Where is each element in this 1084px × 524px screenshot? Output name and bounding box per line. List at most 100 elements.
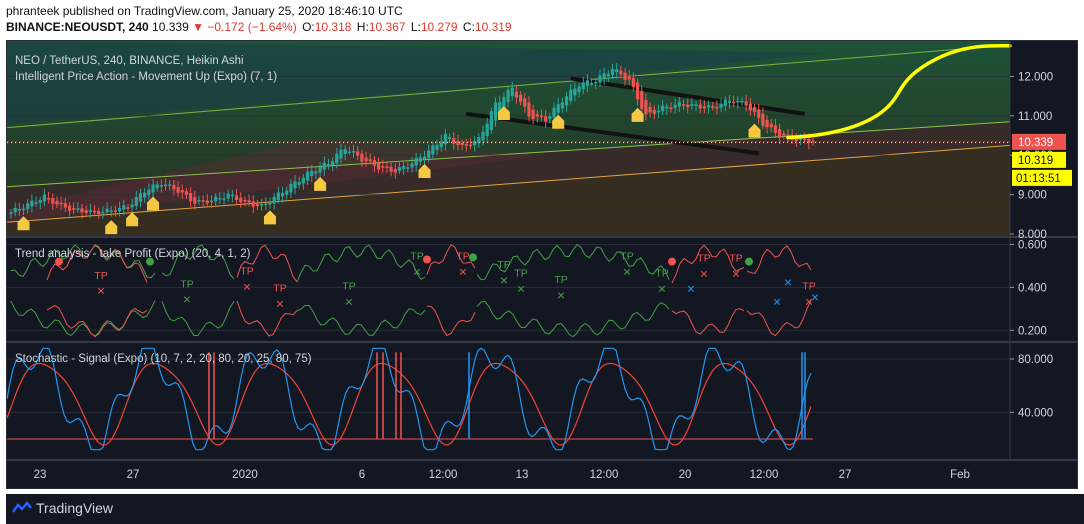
tradingview-brand[interactable]: TradingView — [36, 500, 113, 516]
candle-body — [460, 142, 464, 146]
candle-body — [564, 96, 569, 106]
candle-body — [280, 192, 285, 197]
x-tick-label: 12:00 — [750, 469, 779, 481]
candle-body — [42, 194, 47, 202]
main-y-tick-label: 11.000 — [1018, 111, 1052, 123]
tp-label: TP — [497, 259, 510, 271]
candle-body — [247, 200, 251, 203]
ohlc-high-label: H: — [356, 20, 369, 34]
candle-body — [364, 157, 368, 162]
candle-body — [590, 82, 594, 85]
candle-body — [310, 170, 314, 177]
x-tick-label: 12:00 — [590, 469, 619, 481]
candle-body — [803, 138, 807, 141]
candle-body — [268, 202, 272, 205]
candle-body — [163, 184, 168, 187]
trend-band-lower — [296, 304, 426, 336]
countdown-badge-text: 01:13:51 — [1016, 173, 1061, 185]
candle-body — [347, 151, 351, 154]
candle-body — [502, 97, 506, 107]
tp-label: TP — [273, 283, 286, 295]
candle-body — [640, 90, 644, 109]
candle-body — [706, 105, 711, 108]
candle-body — [17, 209, 21, 211]
candle-body — [623, 72, 627, 80]
publish-info: phranteek published on TradingView.com, … — [6, 4, 403, 18]
candle-body — [322, 162, 326, 170]
candle-body — [76, 208, 80, 210]
last-price-badge-text: 10.339 — [1018, 137, 1053, 149]
tp-cross-icon: × — [658, 281, 666, 297]
candle-body — [464, 144, 468, 146]
ohlc-low-label: L: — [410, 20, 421, 34]
candle-body — [748, 103, 752, 111]
blue-cross-icon: × — [773, 293, 781, 309]
candle-body — [585, 80, 590, 86]
candle-body — [260, 204, 264, 206]
ohlc-open-label: O: — [302, 20, 315, 34]
trend-dot — [423, 255, 431, 264]
candle-body — [397, 167, 402, 171]
candle-body — [360, 153, 364, 162]
candle-body — [331, 161, 335, 166]
candle-body — [610, 69, 615, 75]
candle-body — [251, 201, 255, 207]
tp-cross-icon: × — [500, 272, 508, 288]
candle-body — [335, 153, 339, 164]
main-indicator-title: Intelligent Price Action - Movement Up (… — [15, 71, 278, 83]
candle-body — [314, 171, 318, 174]
x-tick-label: Feb — [950, 469, 970, 481]
candle-body — [276, 192, 280, 201]
candle-body — [761, 113, 765, 126]
candle-body — [677, 101, 681, 107]
stoch-signal-line — [7, 362, 812, 446]
tp-label: TP — [620, 250, 633, 262]
candle-body — [414, 157, 418, 166]
candle-body — [740, 101, 744, 103]
candle-body — [122, 205, 126, 210]
candle-body — [723, 99, 727, 106]
candle-body — [577, 86, 581, 93]
tp-cross-icon: × — [700, 265, 708, 281]
chart-area[interactable]: 8.0009.00010.00011.00012.00010.33910.319… — [6, 40, 1078, 489]
trend-dot — [668, 257, 676, 266]
ohlc-close-value: 10.319 — [474, 20, 512, 34]
candle-body — [230, 194, 234, 197]
candle-body — [264, 203, 268, 206]
candle-body — [527, 102, 531, 117]
candle-body — [506, 89, 510, 102]
tp-label: TP — [342, 281, 355, 293]
main-pane-title: NEO / TetherUS, 240, BINANCE, Heikin Ash… — [15, 55, 244, 67]
candle-body — [485, 123, 489, 136]
candle-body — [777, 129, 782, 138]
candle-body — [34, 202, 38, 204]
candle-body — [431, 145, 435, 155]
tp-label: TP — [410, 250, 423, 262]
last-price: 10.339 — [152, 20, 189, 34]
candle-body — [744, 101, 748, 106]
candle-body — [519, 94, 523, 102]
tp-label: TP — [655, 268, 668, 280]
candle-body — [339, 149, 343, 159]
candle-body — [239, 197, 243, 203]
chart-canvas[interactable]: 8.0009.00010.00011.00012.00010.33910.319… — [7, 41, 1077, 488]
ohlc-low-value: 10.279 — [420, 20, 458, 34]
candle-body — [648, 107, 652, 113]
candle-body — [301, 177, 305, 184]
x-tick-label: 23 — [34, 469, 47, 481]
candle-body — [118, 207, 122, 212]
main-y-tick-label: 12.000 — [1018, 71, 1053, 83]
trend-dot — [745, 257, 753, 266]
candle-body — [389, 166, 393, 172]
candle-body — [297, 181, 301, 185]
trend-band-lower — [46, 304, 148, 338]
candle-body — [126, 207, 130, 209]
ohlc-open-value: 10.318 — [314, 20, 352, 34]
candle-body — [51, 198, 55, 204]
candle-body — [138, 193, 143, 202]
x-tick-label: 20 — [679, 469, 692, 481]
candle-body — [573, 88, 577, 96]
tp-label: TP — [180, 278, 193, 290]
tp-cross-icon: × — [623, 263, 631, 279]
tp-cross-icon: × — [97, 283, 105, 299]
